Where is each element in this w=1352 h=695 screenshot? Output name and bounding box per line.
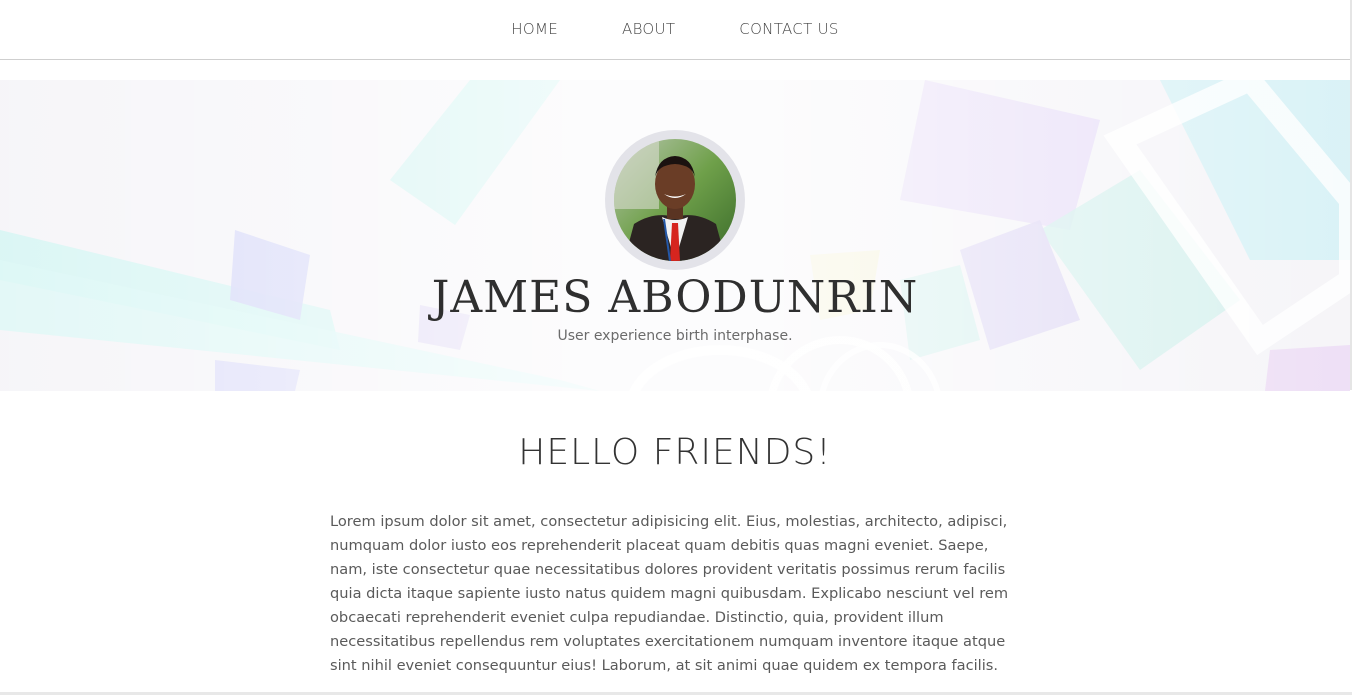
page: HOME ABOUT CONTACT US JAMES ABODUNRIN Us… — [0, 0, 1352, 695]
section-body-text: Lorem ipsum dolor sit amet, consectetur … — [330, 513, 1009, 674]
hero-tagline: User experience birth interphase. — [557, 328, 793, 344]
hero-banner: JAMES ABODUNRIN User experience birth in… — [0, 80, 1350, 391]
section-heading: HELLO FRIENDS! — [518, 432, 832, 473]
hero-name: JAMES ABODUNRIN — [431, 272, 919, 323]
nav-menu: HOME ABOUT CONTACT US — [0, 0, 1350, 59]
profile-photo — [614, 139, 736, 261]
avatar-frame — [605, 130, 745, 270]
navbar: HOME ABOUT CONTACT US — [0, 0, 1350, 60]
nav-home[interactable]: HOME — [479, 20, 590, 38]
nav-contact[interactable]: CONTACT US — [707, 20, 870, 38]
content-section: HELLO FRIENDS! Lorem ipsum dolor sit ame… — [0, 430, 1350, 674]
nav-about[interactable]: ABOUT — [590, 20, 707, 38]
avatar — [614, 139, 736, 261]
